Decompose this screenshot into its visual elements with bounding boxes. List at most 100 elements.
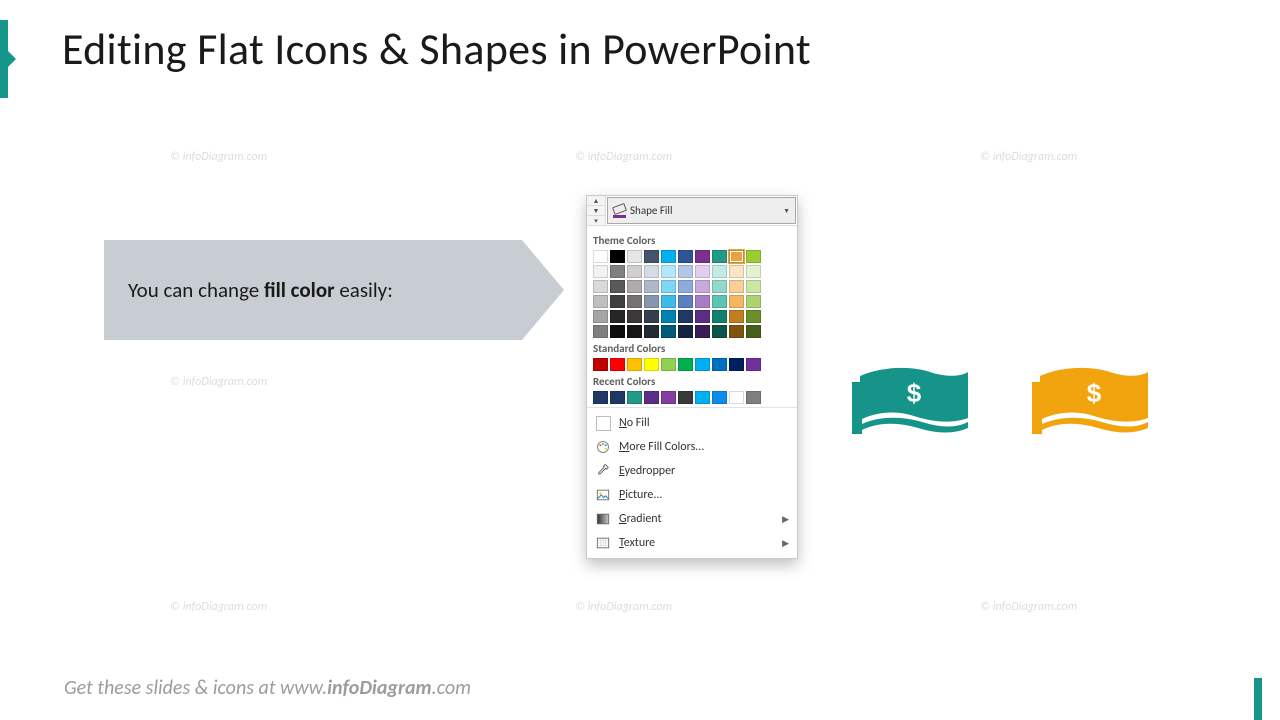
color-swatch[interactable] [661,358,676,371]
color-swatch[interactable] [695,310,710,323]
color-swatch[interactable] [729,310,744,323]
expand-styles-icon[interactable]: ▾ [587,216,605,225]
color-swatch[interactable] [661,280,676,293]
color-swatch[interactable] [644,295,659,308]
palette-icon [595,439,611,455]
watermark: © infoDiagram.com [980,150,1077,164]
color-swatch[interactable] [593,295,608,308]
color-swatch[interactable] [695,280,710,293]
color-swatch[interactable] [661,310,676,323]
color-swatch[interactable] [678,391,693,404]
color-swatch[interactable] [593,391,608,404]
color-swatch[interactable] [644,325,659,338]
no-fill-item[interactable]: No Fill [593,411,791,435]
color-swatch[interactable] [678,325,693,338]
color-swatch[interactable] [610,358,625,371]
color-swatch[interactable] [593,358,608,371]
shape-fill-dropdown: ▲ ▼ ▾ Shape Fill ▼ Theme Colors Standard… [586,195,798,559]
color-swatch[interactable] [695,250,710,263]
color-swatch[interactable] [678,250,693,263]
color-swatch[interactable] [729,391,744,404]
color-swatch[interactable] [593,265,608,278]
color-swatch[interactable] [695,295,710,308]
color-swatch[interactable] [593,280,608,293]
color-swatch[interactable] [644,250,659,263]
color-swatch[interactable] [644,358,659,371]
color-swatch[interactable] [627,358,642,371]
color-swatch[interactable] [627,265,642,278]
color-swatch[interactable] [610,295,625,308]
picture-item[interactable]: Picture... [593,483,791,507]
color-swatch[interactable] [610,265,625,278]
color-swatch[interactable] [661,391,676,404]
color-swatch[interactable] [746,250,761,263]
color-swatch[interactable] [610,280,625,293]
scroll-down-icon[interactable]: ▼ [587,206,605,216]
color-swatch[interactable] [661,265,676,278]
scroll-up-icon[interactable]: ▲ [587,196,605,206]
color-swatch[interactable] [746,325,761,338]
color-swatch[interactable] [746,295,761,308]
color-swatch[interactable] [627,310,642,323]
color-swatch[interactable] [610,250,625,263]
color-swatch[interactable] [729,295,744,308]
picture-icon [595,487,611,503]
footer-text: Get these slides & icons at www.infoDiag… [64,676,471,700]
texture-item[interactable]: Texture ▶ [593,531,791,555]
color-swatch[interactable] [678,265,693,278]
color-swatch[interactable] [712,295,727,308]
color-swatch[interactable] [627,295,642,308]
color-swatch[interactable] [644,280,659,293]
color-swatch[interactable] [712,391,727,404]
color-swatch[interactable] [729,250,744,263]
color-swatch[interactable] [729,358,744,371]
color-swatch[interactable] [593,325,608,338]
bottom-right-accent [1254,678,1262,720]
color-swatch[interactable] [678,280,693,293]
shape-fill-button[interactable]: Shape Fill ▼ [607,197,796,224]
color-swatch[interactable] [661,295,676,308]
color-swatch[interactable] [644,391,659,404]
color-swatch[interactable] [712,358,727,371]
color-swatch[interactable] [627,280,642,293]
color-swatch[interactable] [712,310,727,323]
color-swatch[interactable] [678,358,693,371]
color-swatch[interactable] [610,310,625,323]
color-swatch[interactable] [593,310,608,323]
color-swatch[interactable] [610,391,625,404]
color-swatch[interactable] [695,325,710,338]
color-swatch[interactable] [627,250,642,263]
color-swatch[interactable] [729,325,744,338]
texture-icon [595,535,611,551]
color-swatch[interactable] [746,310,761,323]
color-swatch[interactable] [678,295,693,308]
color-swatch[interactable] [746,280,761,293]
color-swatch[interactable] [610,325,625,338]
color-swatch[interactable] [678,310,693,323]
color-swatch[interactable] [712,265,727,278]
color-swatch[interactable] [712,250,727,263]
color-swatch[interactable] [746,265,761,278]
color-swatch[interactable] [712,280,727,293]
gradient-item[interactable]: Gradient ▶ [593,507,791,531]
color-swatch[interactable] [627,325,642,338]
color-swatch[interactable] [729,265,744,278]
gradient-icon [595,511,611,527]
color-swatch[interactable] [695,391,710,404]
color-swatch[interactable] [695,265,710,278]
color-swatch[interactable] [644,265,659,278]
color-swatch[interactable] [695,358,710,371]
eyedropper-item[interactable]: Eyedropper [593,459,791,483]
color-swatch[interactable] [746,391,761,404]
color-swatch[interactable] [627,391,642,404]
color-swatch[interactable] [661,325,676,338]
color-swatch[interactable] [593,250,608,263]
color-swatch[interactable] [661,250,676,263]
color-swatch[interactable] [644,310,659,323]
callout-text: You can change fill color easily: [104,240,522,340]
more-colors-item[interactable]: More Fill Colors... [593,435,791,459]
color-swatch[interactable] [729,280,744,293]
color-swatch[interactable] [712,325,727,338]
color-swatch[interactable] [746,358,761,371]
watermark: © infoDiagram.com [575,150,672,164]
